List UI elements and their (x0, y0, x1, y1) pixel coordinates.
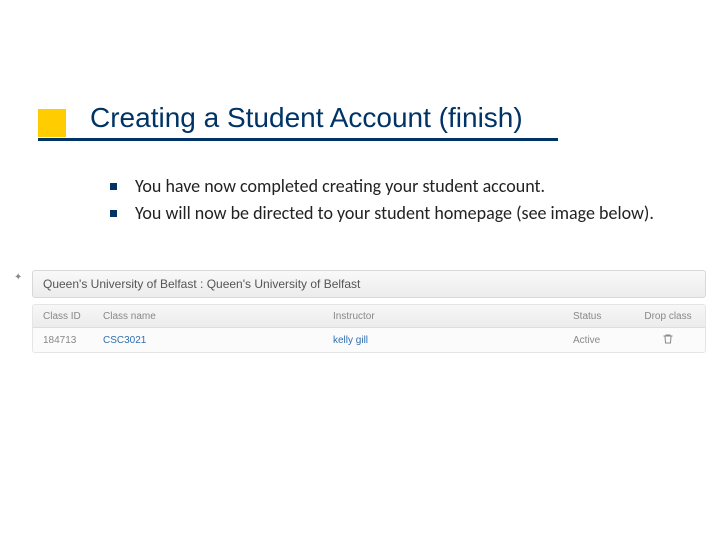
cell-drop[interactable] (643, 333, 693, 348)
star-icon: ✦ (14, 272, 22, 283)
bullet-text: You will now be directed to your student… (135, 202, 654, 225)
title-underline (38, 138, 558, 141)
cell-status: Active (573, 335, 643, 346)
header-drop: Drop class (643, 311, 693, 322)
bullet-item: You will now be directed to your student… (110, 202, 670, 225)
breadcrumb: Queen's University of Belfast : Queen's … (32, 270, 706, 298)
slide-title: Creating a Student Account (finish) (90, 102, 523, 134)
bullet-list: You have now completed creating your stu… (110, 175, 670, 230)
header-class-name: Class name (103, 311, 333, 322)
header-class-id: Class ID (33, 311, 103, 322)
cell-instructor[interactable]: kelly gill (333, 335, 573, 346)
cell-class-name[interactable]: CSC3021 (103, 335, 333, 346)
slide: Creating a Student Account (finish) You … (0, 0, 720, 540)
accent-square (38, 109, 66, 137)
header-instructor: Instructor (333, 311, 573, 322)
cell-class-id: 184713 (33, 335, 103, 346)
bullet-marker-icon (110, 183, 117, 190)
trash-icon[interactable] (662, 337, 674, 348)
table-row: 184713 CSC3021 kelly gill Active (33, 328, 705, 352)
embedded-screenshot: ✦ Queen's University of Belfast : Queen'… (14, 270, 706, 353)
table-header-row: Class ID Class name Instructor Status Dr… (33, 305, 705, 328)
bullet-text: You have now completed creating your stu… (135, 175, 545, 198)
header-status: Status (573, 311, 643, 322)
bullet-marker-icon (110, 210, 117, 217)
bullet-item: You have now completed creating your stu… (110, 175, 670, 198)
class-table: Class ID Class name Instructor Status Dr… (32, 304, 706, 353)
